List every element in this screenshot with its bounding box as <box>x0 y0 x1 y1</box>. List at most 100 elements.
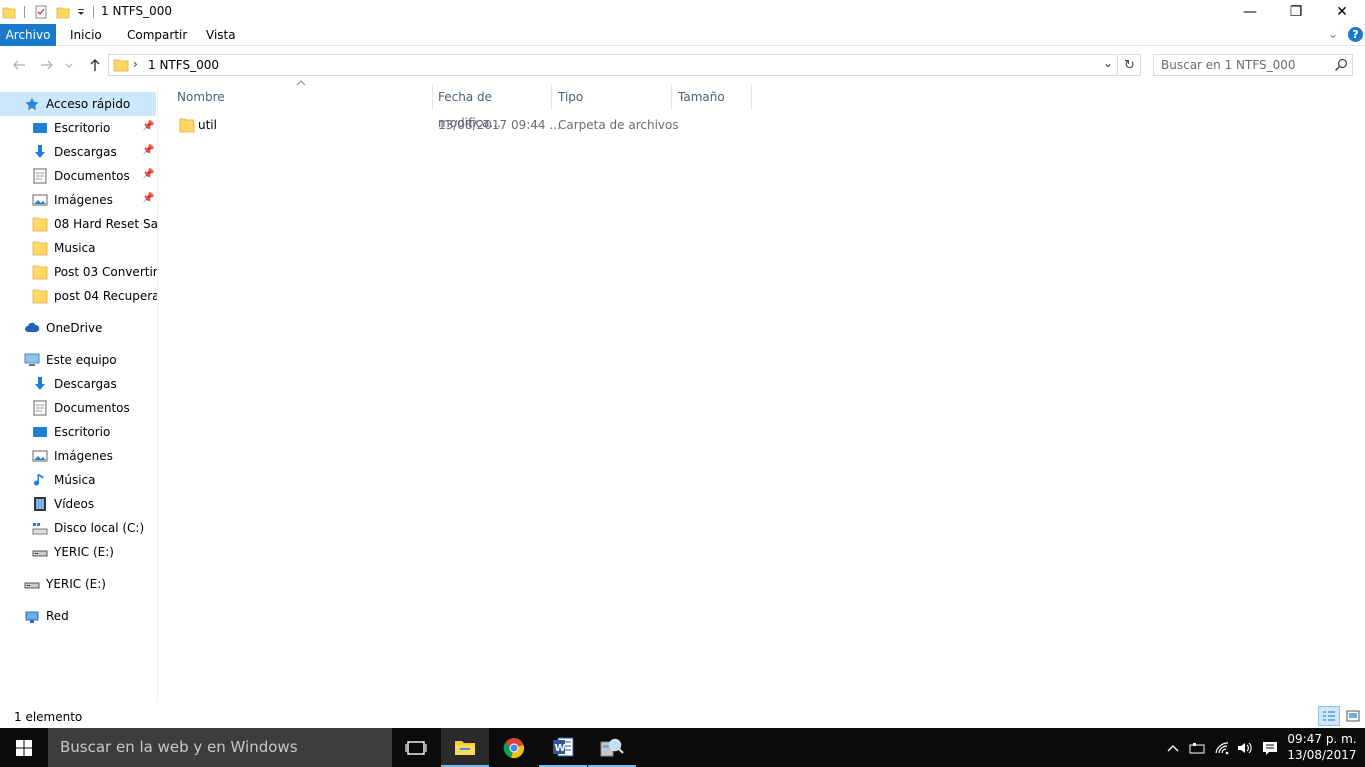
desktop-icon <box>32 424 48 440</box>
nav-quick-item[interactable]: Documentos <box>32 164 130 188</box>
tab-archivo[interactable]: Archivo <box>0 24 56 46</box>
taskbar-word[interactable]: W <box>539 728 587 767</box>
up-button[interactable] <box>85 55 105 75</box>
column-header-date[interactable]: Fecha de modifica... <box>432 84 552 130</box>
folder-icon <box>32 288 48 304</box>
file-type: Carpeta de archivos <box>558 118 679 132</box>
details-view-button[interactable] <box>1318 706 1340 726</box>
column-header-type[interactable]: Tipo <box>552 84 672 110</box>
nav-network[interactable]: Red <box>24 604 69 628</box>
documents-icon <box>32 400 48 416</box>
taskbar-clock[interactable]: 09:47 p. m. 13/08/2017 <box>1286 731 1358 763</box>
tray-device-icon[interactable] <box>1187 728 1207 767</box>
breadcrumb-item[interactable]: 1 NTFS_000 <box>148 58 219 72</box>
nav-pc-item[interactable]: Imágenes <box>32 444 113 468</box>
folder-icon <box>32 216 48 232</box>
nav-label: Descargas <box>54 377 117 391</box>
folder-icon <box>113 57 129 73</box>
nav-usb-drive[interactable]: YERIC (E:) <box>24 572 106 596</box>
nav-quick-access[interactable]: Acceso rápido <box>0 92 156 116</box>
task-view-button[interactable] <box>392 728 440 767</box>
nav-onedrive[interactable]: OneDrive <box>24 316 102 340</box>
close-button[interactable]: ✕ <box>1319 0 1365 24</box>
nav-pc-item[interactable]: YERIC (E:) <box>32 540 114 564</box>
nav-quick-item[interactable]: Escritorio <box>32 116 110 140</box>
nav-quick-item[interactable]: 08 Hard Reset Sams <box>32 212 157 236</box>
address-bar[interactable]: › 1 NTFS_000 ⌄ <box>108 54 1118 76</box>
nav-pc-item[interactable]: Música <box>32 468 96 492</box>
pictures-icon <box>32 192 48 208</box>
new-folder-icon[interactable] <box>56 5 70 19</box>
separator <box>93 6 94 18</box>
pictures-icon <box>32 448 48 464</box>
start-button[interactable] <box>0 728 48 767</box>
search-icon[interactable] <box>1334 58 1348 75</box>
chevron-up-icon <box>1167 744 1179 751</box>
show-hidden-icons-button[interactable] <box>1165 728 1181 767</box>
folder-icon[interactable] <box>2 5 16 19</box>
nav-pc-item[interactable]: Descargas <box>32 372 117 396</box>
expand-ribbon-icon[interactable]: ⌄ <box>1326 24 1340 46</box>
customize-qa-dropdown-icon[interactable] <box>76 5 86 19</box>
quick-access-toolbar <box>2 3 94 21</box>
nav-label: Disco local (C:) <box>54 521 145 535</box>
task-view-icon <box>405 740 427 755</box>
nav-label: Música <box>54 473 96 487</box>
nav-pc-item[interactable]: Escritorio <box>32 420 110 444</box>
download-icon <box>32 376 48 392</box>
tab-compartir[interactable]: Compartir <box>119 24 195 46</box>
wifi-icon[interactable] <box>1212 728 1232 767</box>
help-icon[interactable]: ? <box>1348 27 1363 42</box>
pin-icon[interactable]: 📌 <box>142 169 154 180</box>
nav-label: Vídeos <box>54 497 95 511</box>
forward-button[interactable] <box>37 55 57 75</box>
large-icons-view-icon <box>1346 710 1360 722</box>
title-bar: 1 NTFS_000 — ❐ ✕ <box>0 0 1365 24</box>
nav-label: post 04 Recuperar d <box>54 289 157 303</box>
nav-quick-item[interactable]: Imágenes <box>32 188 113 212</box>
nav-pc-item[interactable]: Vídeos <box>32 492 94 516</box>
nav-quick-item[interactable]: Descargas <box>32 140 117 164</box>
table-row[interactable]: util 13/08/2017 09:44 ... Carpeta de arc… <box>177 114 777 136</box>
usb-drive-icon <box>24 576 40 592</box>
nav-pc-item[interactable]: Documentos <box>32 396 130 420</box>
pin-icon[interactable]: 📌 <box>142 121 154 132</box>
ribbon-tabs: Archivo Inicio Compartir Vista ⌄ ? <box>0 24 1365 46</box>
properties-icon[interactable] <box>34 5 48 19</box>
refresh-button[interactable]: ↻ <box>1119 54 1141 76</box>
nav-quick-item[interactable]: Post 03 Convertir fo <box>32 260 158 284</box>
file-explorer-icon <box>455 740 475 755</box>
taskbar-search-input[interactable]: Buscar en la web y en Windows <box>48 728 392 767</box>
taskbar-file-explorer[interactable] <box>441 728 489 767</box>
volume-icon[interactable] <box>1235 728 1255 767</box>
nav-label: Post 03 Convertir fo <box>54 265 158 279</box>
column-header-name[interactable]: Nombre <box>171 84 433 110</box>
pin-icon[interactable]: 📌 <box>142 145 154 156</box>
download-icon <box>32 144 48 160</box>
action-center-icon[interactable] <box>1259 728 1281 767</box>
up-arrow-icon <box>90 59 100 71</box>
taskbar: Buscar en la web y en Windows W 09:47 p.… <box>0 728 1365 767</box>
nav-quick-item[interactable]: Musica <box>32 236 96 260</box>
videos-icon <box>32 496 48 512</box>
tab-inicio[interactable]: Inicio <box>62 24 110 46</box>
taskbar-chrome[interactable] <box>490 728 538 767</box>
address-dropdown-icon[interactable]: ⌄ <box>1103 56 1113 70</box>
recent-locations-button[interactable] <box>62 55 76 75</box>
breadcrumb-separator-icon[interactable]: › <box>133 57 138 71</box>
nav-this-pc[interactable]: Este equipo <box>24 348 117 372</box>
music-icon <box>32 472 48 488</box>
large-icons-view-button[interactable] <box>1343 706 1363 726</box>
restore-button[interactable]: ❐ <box>1273 0 1319 24</box>
tab-vista[interactable]: Vista <box>198 24 244 46</box>
column-header-size[interactable]: Tamaño <box>672 84 752 110</box>
nav-quick-item[interactable]: post 04 Recuperar d <box>32 284 157 308</box>
back-button[interactable] <box>9 55 29 75</box>
minimize-button[interactable]: — <box>1227 0 1273 24</box>
search-box[interactable] <box>1153 54 1353 76</box>
nav-pc-item[interactable]: Disco local (C:) <box>32 516 144 540</box>
star-icon <box>24 96 40 112</box>
search-input[interactable] <box>1154 55 1324 75</box>
taskbar-utility[interactable] <box>588 728 636 767</box>
pin-icon[interactable]: 📌 <box>142 193 154 204</box>
